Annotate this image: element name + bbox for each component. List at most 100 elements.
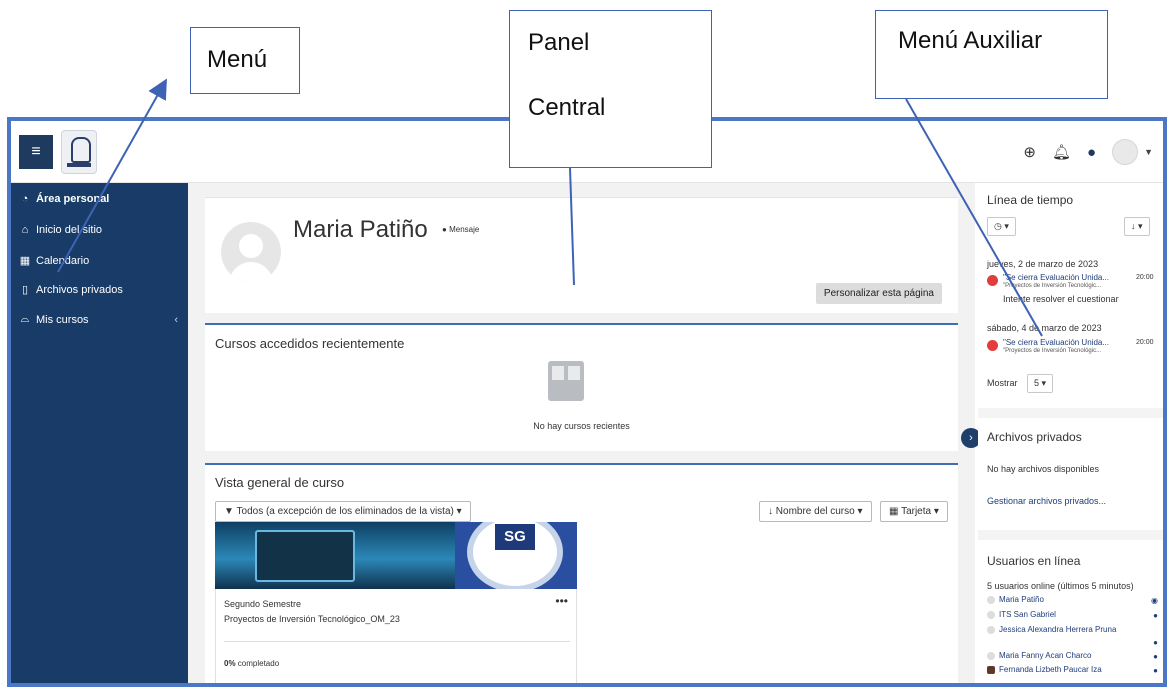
central-panel: Maria Patiño ● Mensaje Personalizar esta… (188, 183, 975, 683)
manage-files-link[interactable]: Gestionar archivos privados... (987, 496, 1106, 506)
moodle-screenshot: ≡ ⊕ 🔔︎ ● ▼ ◔ Área personal ⌂ Inicio del … (7, 117, 1167, 687)
chat-icon[interactable]: ● (1087, 144, 1096, 161)
sidebar-item-inicio[interactable]: ⌂ Inicio del sitio (19, 224, 102, 236)
user-avatar (987, 651, 995, 660)
course-logo-text: SG (495, 524, 535, 550)
online-user[interactable]: Maria Fanny Acan Charco (987, 651, 1092, 660)
user-avatar (987, 595, 995, 604)
course-progress-text: 0% completado (224, 659, 279, 668)
globe-icon[interactable]: ⊕ (1023, 143, 1036, 161)
user-avatar (987, 665, 995, 674)
message-link[interactable]: ● Mensaje (442, 225, 479, 234)
event-title-link[interactable]: "Se cierra Evaluación Unida... (1003, 273, 1109, 282)
chat-icon[interactable]: ● (1153, 666, 1158, 675)
online-user[interactable]: Jessica Alexandra Herrera Pruna (987, 625, 1116, 634)
quiz-icon (987, 340, 998, 351)
progress-percent: 0% (224, 659, 236, 668)
timeline-date: jueves, 2 de marzo de 2023 (987, 259, 1099, 269)
user-avatar (987, 610, 995, 619)
sidebar-item-area-personal[interactable]: ◔ Área personal (19, 193, 110, 205)
sidebar-item-mis-cursos[interactable]: ⌓ Mis cursos (19, 313, 89, 326)
recent-courses-title: Cursos accedidos recientemente (215, 336, 405, 351)
sidebar-item-label: Inicio del sitio (36, 224, 103, 236)
online-user-name: Maria Fanny Acan Charco (999, 651, 1092, 660)
sort-icon: ↓ (768, 506, 773, 517)
auxiliary-menu: Línea de tiempo ◷ ▾ ↓ ▾ jueves, 2 de mar… (978, 183, 1163, 683)
callout-menu-label: Menú (207, 46, 268, 73)
filter-dropdown[interactable]: ▼ Todos (a excepción de los eliminados d… (215, 501, 471, 522)
eye-icon[interactable]: ◉ (1151, 596, 1158, 605)
course-card: Segundo Semestre ••• Proyectos de Invers… (215, 589, 577, 683)
timeline-show-label: Mostrar (987, 378, 1018, 388)
chat-icon[interactable]: ● (1153, 652, 1158, 661)
home-icon: ⌂ (21, 224, 29, 236)
profile-header: Maria Patiño ● Mensaje Personalizar esta… (205, 197, 958, 313)
filter-icon: ▼ (224, 506, 234, 517)
grid-icon: ▦ (889, 506, 899, 517)
profile-avatar (221, 222, 281, 282)
calendar-icon: ▦ (19, 255, 31, 267)
chat-icon[interactable]: ● (1153, 611, 1158, 620)
chat-icon[interactable]: ● (1153, 638, 1158, 647)
event-title-link[interactable]: "Se cierra Evaluación Unida... (1003, 338, 1109, 347)
course-overview-block: Vista general de curso ▼ Todos (a excepc… (205, 463, 958, 683)
graduation-cap-icon: ⌓ (20, 313, 30, 325)
course-image[interactable]: SG (215, 522, 577, 589)
online-user-name: Jessica Alexandra Herrera Pruna (999, 625, 1117, 634)
more-options-icon[interactable]: ••• (555, 594, 568, 608)
online-user-name: Maria Patiño (999, 595, 1044, 604)
filter-label: Todos (a excepción de los eliminados de … (236, 506, 454, 517)
clock-icon: ◷ (994, 221, 1002, 231)
user-avatar (987, 625, 995, 634)
timeline-sort-dropdown[interactable]: ↓ ▾ (1124, 217, 1150, 236)
chevron-left-icon[interactable]: ‹ (174, 314, 178, 326)
recent-courses-empty: No hay cursos recientes (533, 421, 630, 431)
sidebar-item-label: Calendario (36, 254, 90, 267)
sidebar-item-calendario[interactable]: ▦ Calendario (19, 254, 90, 268)
timeline-date: sábado, 4 de marzo de 2023 (987, 323, 1102, 333)
dashboard-icon: ◔ (21, 193, 29, 205)
sort-dropdown[interactable]: ↓ Nombre del curso ▾ (759, 501, 872, 522)
online-user[interactable]: Maria Patiño (987, 595, 1044, 604)
sidebar-item-label: Mis cursos (36, 313, 89, 326)
event-course: "Proyectos de Inversión Tecnológic... (1003, 283, 1102, 289)
sidebar-item-label: Área personal (36, 193, 110, 205)
timeline-block: Línea de tiempo ◷ ▾ ↓ ▾ jueves, 2 de mar… (978, 183, 1163, 408)
online-user-name: ITS San Gabriel (999, 610, 1056, 619)
course-name-link[interactable]: Proyectos de Inversión Tecnológico_OM_23 (224, 614, 400, 624)
chat-icon: ● (442, 225, 447, 234)
chevron-down-icon[interactable]: ▼ (1144, 147, 1153, 157)
online-users-count: 5 usuarios online (últimos 5 minutos) (987, 581, 1134, 591)
online-user[interactable]: Fernanda Lizbeth Paucar Iza (987, 665, 1102, 674)
view-dropdown[interactable]: ▦ Tarjeta ▾ (880, 501, 948, 522)
event-time: 20:00 (1136, 274, 1154, 281)
event-time: 20:00 (1136, 339, 1154, 346)
bell-icon[interactable]: 🔔︎ (1052, 143, 1071, 161)
view-label: Tarjeta (901, 506, 932, 517)
callout-panel-line1: Panel (528, 29, 590, 56)
file-icon: ▯ (21, 284, 29, 296)
timeline-limit-dropdown[interactable]: 5 ▾ (1027, 374, 1054, 393)
course-overview-title: Vista general de curso (215, 475, 345, 490)
user-avatar[interactable] (1112, 139, 1139, 165)
sort-label: Nombre del curso (775, 506, 855, 517)
site-logo[interactable] (61, 130, 97, 174)
customize-page-button[interactable]: Personalizar esta página (815, 283, 942, 304)
message-label: Mensaje (449, 225, 480, 234)
course-category: Segundo Semestre (224, 599, 302, 609)
sort-icon: ↓ (1131, 221, 1136, 231)
timeline-limit-value: 5 (1034, 378, 1040, 388)
recent-courses-block: Cursos accedidos recientemente No hay cu… (205, 323, 958, 451)
quiz-icon (987, 275, 998, 286)
progress-suffix: completado (235, 659, 280, 668)
profile-name: Maria Patiño (293, 216, 428, 243)
callout-menu: Menú (190, 27, 300, 94)
online-user[interactable]: ITS San Gabriel (987, 610, 1056, 619)
navbar-icons: ⊕ 🔔︎ ● ▼ (1023, 139, 1153, 165)
callout-panel-central: Panel Central (509, 10, 712, 168)
hamburger-icon[interactable]: ≡ (19, 135, 53, 169)
event-action-link[interactable]: Intente resolver el cuestionar (1003, 294, 1119, 304)
sidebar-item-archivos[interactable]: ▯ Archivos privados (19, 283, 123, 297)
timeline-filter-dropdown[interactable]: ◷ ▾ (987, 217, 1016, 236)
private-files-block: Archivos privados No hay archivos dispon… (978, 418, 1163, 530)
